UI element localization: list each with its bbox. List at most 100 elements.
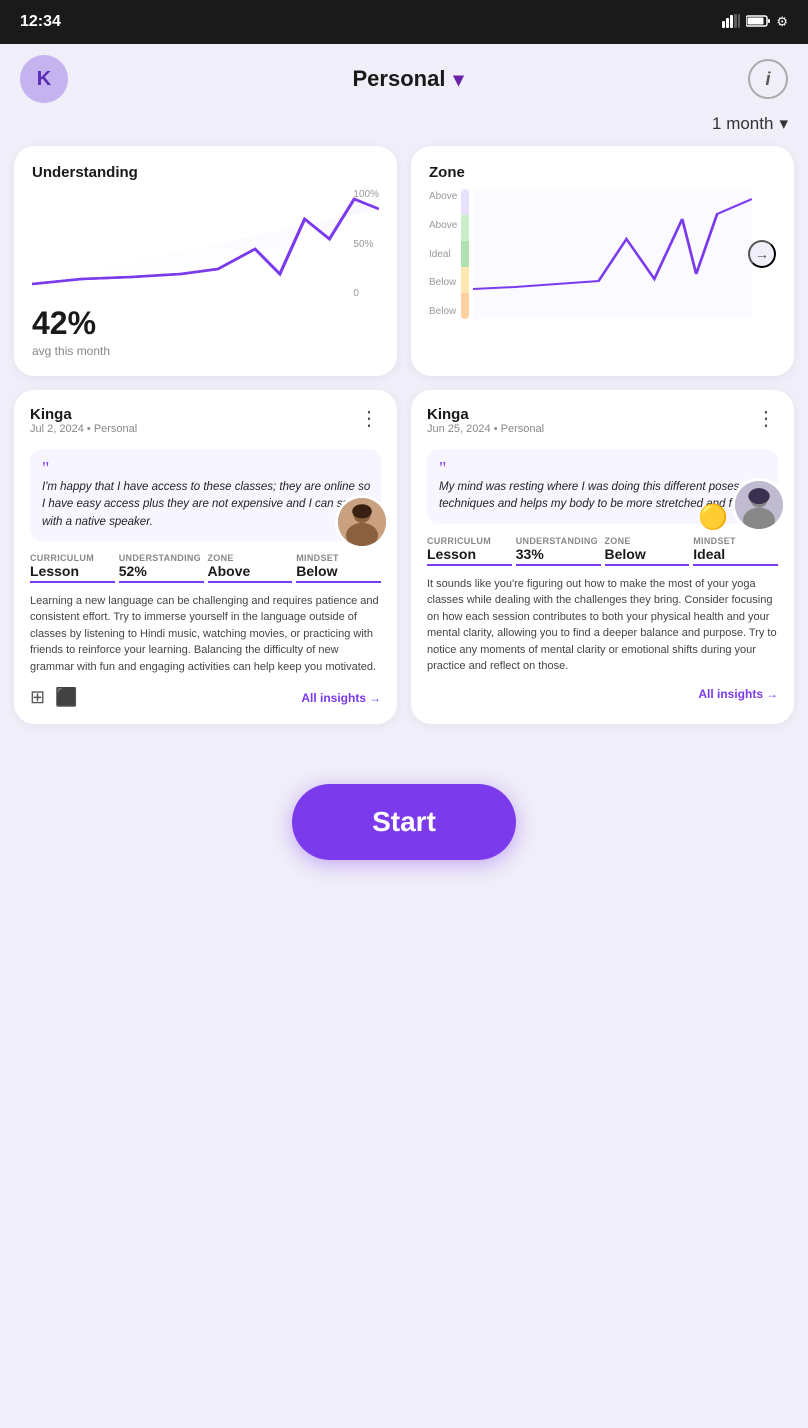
zone-label-2-metric: ZONE <box>605 536 690 546</box>
understanding-title: Understanding <box>32 164 379 181</box>
zone-chart: Above Above Ideal Below Below → <box>429 189 776 319</box>
zone-card: Zone Above Above Ideal Below Below → <box>411 146 794 376</box>
arrow-icon-2: → <box>766 687 778 701</box>
y-axis-labels: 100% 50% 0 <box>353 189 379 299</box>
zone-label-1-metric: ZONE <box>208 553 293 563</box>
insight-card-1-user: Kinga Jul 2, 2024 • Personal <box>30 406 137 445</box>
insight-2-footer: All insights → <box>427 687 778 701</box>
zone-svg <box>473 189 752 319</box>
quote-icon-2: " <box>439 459 768 477</box>
metric-understanding-1: UNDERSTANDING 52% <box>119 553 204 583</box>
avatar-placeholder-2 <box>735 481 783 529</box>
info-button[interactable]: i <box>748 59 788 99</box>
insight-2-quote-area: " My mind was resting where I was doing … <box>427 449 778 524</box>
curriculum-label-1: CURRICULUM <box>30 553 115 563</box>
footer-icons-1: ⊞ ⬛ <box>30 687 78 708</box>
emoji-badge: 🟡 <box>698 503 728 532</box>
understanding-value-1: 52% <box>119 563 204 583</box>
insight-2-meta: Jun 25, 2024 • Personal <box>427 423 544 435</box>
zone-value-2: Below <box>605 546 690 566</box>
insight-1-metrics: CURRICULUM Lesson UNDERSTANDING 52% ZONE… <box>30 553 381 583</box>
y-label-bot: 0 <box>353 288 379 299</box>
zone-label-4: Below <box>429 277 457 288</box>
time-filter: 1 month ▾ <box>0 114 808 146</box>
avatar-silhouette-2 <box>735 478 783 532</box>
insight-card-1-header: Kinga Jul 2, 2024 • Personal ⋮ <box>30 406 381 445</box>
all-insights-button-2[interactable]: All insights → <box>698 687 778 701</box>
understanding-svg <box>32 189 379 299</box>
understanding-card: Understanding 100% 50% 0 42% avg this mo… <box>14 146 397 376</box>
page-title: Personal <box>353 66 446 92</box>
battery-icon <box>746 15 770 30</box>
zone-label-2: Above <box>429 220 457 231</box>
avatar-silhouette-1 <box>338 495 386 549</box>
insight-1-username: Kinga <box>30 406 137 423</box>
arrow-icon-1: → <box>369 691 381 705</box>
mindset-value-1: Below <box>296 563 381 583</box>
insight-2-context: Personal <box>501 423 544 435</box>
insight-2-avatar <box>732 478 786 532</box>
insight-2-metrics: CURRICULUM Lesson UNDERSTANDING 33% ZONE… <box>427 536 778 566</box>
avatar-placeholder-1 <box>338 498 386 546</box>
all-insights-button-1[interactable]: All insights → <box>301 691 381 705</box>
y-label-top: 100% <box>353 189 379 200</box>
insight-cards-row: Kinga Jul 2, 2024 • Personal ⋮ " I'm hap… <box>0 376 808 724</box>
header: K Personal ▾ i <box>0 44 808 114</box>
top-cards-grid: Understanding 100% 50% 0 42% avg this mo… <box>0 146 808 376</box>
insight-2-username: Kinga <box>427 406 544 423</box>
understanding-value-2: 33% <box>516 546 601 566</box>
quote-icon-1: " <box>42 459 371 477</box>
metric-mindset-2: MINDSET Ideal <box>693 536 778 566</box>
chevron-down-icon[interactable]: ▾ <box>453 67 463 92</box>
settings-icon: ⚙ <box>776 14 788 30</box>
grid-icon[interactable]: ⊞ <box>30 687 45 708</box>
metric-zone-2: ZONE Below <box>605 536 690 566</box>
curriculum-value-2: Lesson <box>427 546 512 566</box>
mindset-value-2: Ideal <box>693 546 778 566</box>
insight-card-1: Kinga Jul 2, 2024 • Personal ⋮ " I'm hap… <box>14 390 397 724</box>
all-insights-label-2: All insights <box>698 687 763 701</box>
insight-card-2-header: Kinga Jun 25, 2024 • Personal ⋮ <box>427 406 778 445</box>
insight-1-meta: Jul 2, 2024 • Personal <box>30 423 137 435</box>
insight-1-quote-area: " I'm happy that I have access to these … <box>30 449 381 541</box>
all-insights-label-1: All insights <box>301 691 366 705</box>
insight-1-avatar <box>335 495 389 549</box>
zone-label-3: Ideal <box>429 249 457 260</box>
metric-curriculum-1: CURRICULUM Lesson <box>30 553 115 583</box>
understanding-label-2: UNDERSTANDING <box>516 536 601 546</box>
understanding-chart: 100% 50% 0 <box>32 189 379 299</box>
understanding-percent: 42% <box>32 305 379 342</box>
zone-title: Zone <box>429 164 776 181</box>
insight-1-body: Learning a new language can be challengi… <box>30 593 381 676</box>
avatar: K <box>20 55 68 103</box>
screen-icon[interactable]: ⬛ <box>55 687 77 708</box>
curriculum-value-1: Lesson <box>30 563 115 583</box>
insight-1-footer: ⊞ ⬛ All insights → <box>30 687 381 708</box>
insight-card-2: Kinga Jun 25, 2024 • Personal ⋮ " My min… <box>411 390 794 724</box>
status-icons: ⚙ <box>722 14 788 31</box>
more-options-icon-1[interactable]: ⋮ <box>359 406 381 431</box>
understanding-label-1: UNDERSTANDING <box>119 553 204 563</box>
status-bar: 12:34 ⚙ <box>0 0 808 44</box>
status-time: 12:34 <box>20 13 61 31</box>
zone-label-5: Below <box>429 306 457 317</box>
start-button[interactable]: Start <box>292 784 516 860</box>
zone-color-bar <box>461 189 469 319</box>
metric-curriculum-2: CURRICULUM Lesson <box>427 536 512 566</box>
filter-chevron-icon: ▾ <box>779 114 788 134</box>
curriculum-label-2: CURRICULUM <box>427 536 512 546</box>
insight-1-context: Personal <box>94 423 137 435</box>
more-options-icon-2[interactable]: ⋮ <box>756 406 778 431</box>
metric-mindset-1: MINDSET Below <box>296 553 381 583</box>
mindset-label-1: MINDSET <box>296 553 381 563</box>
start-button-container: Start <box>0 724 808 900</box>
insight-1-quote-text: I'm happy that I have access to these cl… <box>42 479 371 531</box>
metric-zone-1: ZONE Above <box>208 553 293 583</box>
time-filter-button[interactable]: 1 month ▾ <box>712 114 788 134</box>
insight-card-2-user: Kinga Jun 25, 2024 • Personal <box>427 406 544 445</box>
avg-label: avg this month <box>32 344 379 358</box>
insight-1-date: Jul 2, 2024 <box>30 423 84 435</box>
insight-2-body: It sounds like you're figuring out how t… <box>427 576 778 675</box>
signal-icon <box>722 14 740 31</box>
zone-arrow-button[interactable]: → <box>748 240 776 268</box>
